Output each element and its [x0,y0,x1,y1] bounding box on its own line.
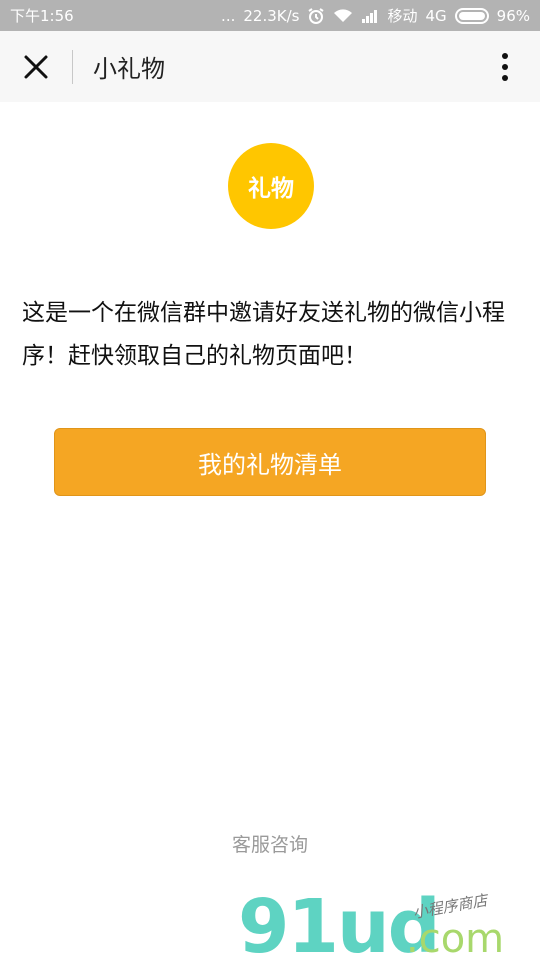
intro-text: 这是一个在微信群中邀请好友送礼物的微信小程序！赶快领取自己的礼物页面吧！ [22,300,505,369]
status-bar: 下午1:56 ... 22.3K/s 移动 4G 96% [0,0,540,31]
network-type: 4G [425,6,447,25]
watermark-logo: 91ud .com 小程序商店 [238,880,538,960]
close-button[interactable] [0,31,72,102]
battery-level: 96% [496,6,530,25]
status-time: 下午1:56 [10,7,74,25]
close-icon [24,55,48,78]
carrier: 移动 [387,7,418,25]
network-speed: 22.3K/s [243,6,300,25]
gift-badge: 礼物 [228,143,314,229]
nav-divider [72,49,73,84]
status-right: ... 22.3K/s 移动 4G 96% [221,5,530,26]
battery-icon [454,7,489,24]
page-title: 小礼物 [93,55,165,83]
svg-text:.com: .com [406,916,504,960]
nav-bar: 小礼物 [0,31,540,102]
alarm-icon [307,7,325,25]
wifi-icon [333,8,353,24]
status-dots: ... [221,6,236,25]
signal-icon [361,9,379,23]
customer-service-link[interactable]: 客服咨询 [0,830,540,857]
my-gift-list-button[interactable]: 我的礼物清单 [54,428,486,496]
more-menu-button[interactable] [490,49,520,85]
more-vertical-icon [502,53,508,81]
